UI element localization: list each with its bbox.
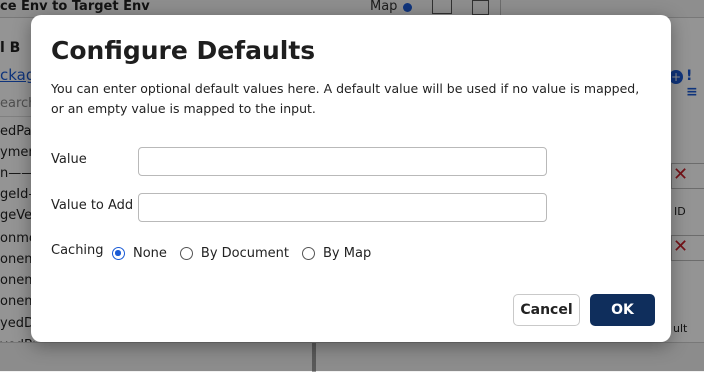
configure-defaults-dialog: Configure Defaults You can enter optiona… [31,15,671,342]
radio-button[interactable] [302,247,316,260]
value-to-add-label: Value to Add [51,198,134,213]
caching-label: Caching [51,243,104,258]
ok-button[interactable]: OK [590,294,655,326]
radio-button-selected[interactable] [112,247,125,260]
dialog-description: You can enter optional default values he… [51,81,640,116]
dialog-title: Configure Defaults [51,36,316,65]
radio-label: By Document [200,246,290,261]
caching-option-by-map[interactable]: By Map [302,246,371,261]
radio-button[interactable] [179,247,193,260]
value-input[interactable] [138,147,547,176]
caching-radio-group: None By Document By Map [112,246,384,261]
radio-label: None [133,246,167,261]
cancel-button[interactable]: Cancel [513,294,580,326]
caching-option-by-document[interactable]: By Document [179,246,290,261]
value-label: Value [51,152,87,167]
caching-option-none[interactable]: None [112,246,167,261]
value-to-add-input[interactable] [138,193,547,222]
radio-label: By Map [323,246,372,261]
